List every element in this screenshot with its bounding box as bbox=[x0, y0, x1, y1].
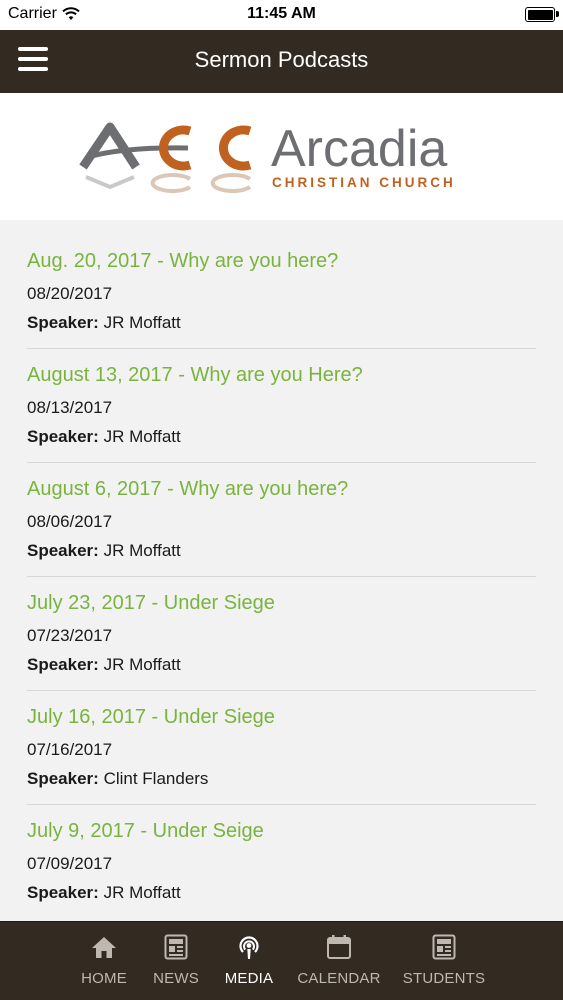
sermon-date: 08/13/2017 bbox=[27, 398, 113, 417]
list-item[interactable]: July 9, 2017 - Under Seige 07/09/2017 Sp… bbox=[0, 805, 563, 919]
sermon-title[interactable]: August 13, 2017 - Why are you Here? bbox=[27, 364, 363, 387]
battery-icon bbox=[525, 7, 559, 22]
sermon-speaker: Speaker: JR Moffatt bbox=[27, 883, 181, 903]
podcast-icon bbox=[239, 936, 259, 959]
speaker-label: Speaker: bbox=[27, 541, 99, 560]
speaker-name: JR Moffatt bbox=[103, 655, 181, 674]
clock: 11:45 AM bbox=[247, 5, 316, 22]
list-item[interactable]: July 23, 2017 - Under Siege 07/23/2017 S… bbox=[0, 577, 563, 691]
status-bar: Carrier 11:45 AM bbox=[0, 0, 563, 30]
screen: Carrier 11:45 AM Sermon Podcasts Arcadia… bbox=[0, 0, 563, 1000]
sermon-speaker: Speaker: JR Moffatt bbox=[27, 427, 181, 447]
sermon-speaker: Speaker: JR Moffatt bbox=[27, 541, 181, 561]
church-logo: Arcadia CHRISTIAN CHURCH bbox=[79, 121, 456, 193]
tab-label: NEWS bbox=[153, 970, 199, 987]
nav-header: Sermon Podcasts bbox=[0, 30, 563, 93]
tab-home[interactable]: HOME bbox=[74, 922, 134, 1000]
tab-media[interactable]: MEDIA bbox=[218, 922, 280, 1000]
tab-label: CALENDAR bbox=[297, 970, 381, 987]
sermon-date: 07/16/2017 bbox=[27, 740, 113, 759]
students-icon bbox=[432, 934, 456, 960]
calendar-icon bbox=[327, 935, 351, 959]
sermon-title[interactable]: July 16, 2017 - Under Siege bbox=[27, 706, 275, 729]
sermon-title[interactable]: Aug. 20, 2017 - Why are you here? bbox=[27, 250, 338, 273]
church-logo-banner: Arcadia CHRISTIAN CHURCH bbox=[0, 93, 563, 220]
list-item[interactable]: Aug. 20, 2017 - Why are you here? 08/20/… bbox=[0, 235, 563, 349]
speaker-label: Speaker: bbox=[27, 655, 99, 674]
speaker-label: Speaker: bbox=[27, 313, 99, 332]
tab-students[interactable]: STUDENTS bbox=[398, 922, 490, 1000]
speaker-label: Speaker: bbox=[27, 883, 99, 902]
sermon-date: 07/23/2017 bbox=[27, 626, 113, 645]
page-title: Sermon Podcasts bbox=[194, 47, 369, 72]
tab-news[interactable]: NEWS bbox=[147, 922, 205, 1000]
speaker-label: Speaker: bbox=[27, 427, 99, 446]
sermon-title[interactable]: August 6, 2017 - Why are you here? bbox=[27, 478, 348, 501]
sermon-speaker: Speaker: JR Moffatt bbox=[27, 313, 181, 333]
sermon-list: Aug. 20, 2017 - Why are you here? 08/20/… bbox=[0, 235, 563, 919]
logo-subtitle: CHRISTIAN CHURCH bbox=[272, 175, 456, 190]
speaker-name: Clint Flanders bbox=[103, 769, 209, 788]
list-item[interactable]: August 6, 2017 - Why are you here? 08/06… bbox=[0, 463, 563, 577]
logo-name: Arcadia bbox=[271, 121, 447, 178]
logo-mark bbox=[79, 122, 252, 193]
speaker-name: JR Moffatt bbox=[103, 427, 181, 446]
sermon-date: 08/20/2017 bbox=[27, 284, 113, 303]
speaker-name: JR Moffatt bbox=[103, 883, 181, 902]
sermon-title[interactable]: July 23, 2017 - Under Siege bbox=[27, 592, 275, 615]
sermon-speaker: Speaker: Clint Flanders bbox=[27, 769, 208, 789]
tab-calendar[interactable]: CALENDAR bbox=[292, 922, 386, 1000]
home-icon bbox=[92, 937, 116, 958]
tab-label: MEDIA bbox=[224, 970, 274, 987]
tab-label: STUDENTS bbox=[402, 970, 486, 987]
list-item[interactable]: July 16, 2017 - Under Siege 07/16/2017 S… bbox=[0, 691, 563, 805]
tab-label: HOME bbox=[81, 970, 127, 987]
list-item[interactable]: August 13, 2017 - Why are you Here? 08/1… bbox=[0, 349, 563, 463]
sermon-date: 08/06/2017 bbox=[27, 512, 113, 531]
speaker-label: Speaker: bbox=[27, 769, 99, 788]
speaker-name: JR Moffatt bbox=[103, 541, 181, 560]
sermon-speaker: Speaker: JR Moffatt bbox=[27, 655, 181, 675]
tab-bar: HOME NEWS MEDIA CALENDAR STUDENTS bbox=[0, 921, 563, 1000]
speaker-name: JR Moffatt bbox=[103, 313, 181, 332]
sermon-date: 07/09/2017 bbox=[27, 854, 113, 873]
sermon-title[interactable]: July 9, 2017 - Under Seige bbox=[27, 820, 264, 843]
news-icon bbox=[164, 934, 188, 960]
